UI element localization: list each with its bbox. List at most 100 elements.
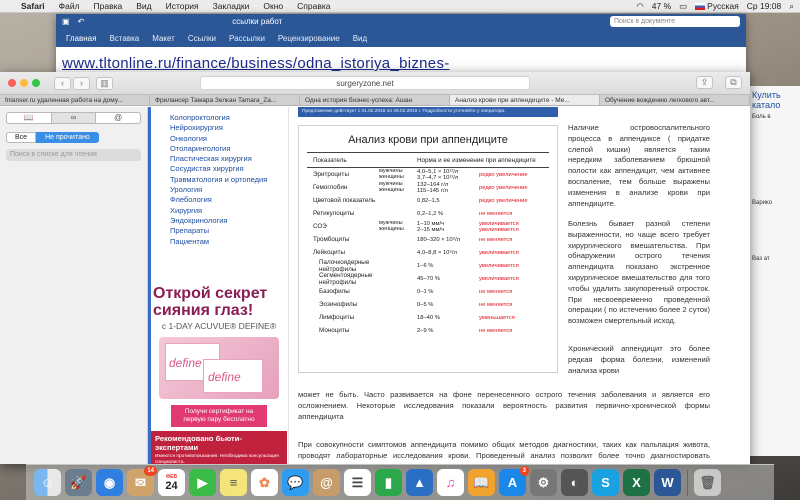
menu-file[interactable]: Файл	[52, 1, 87, 11]
menu-bookmarks[interactable]: Закладки	[206, 1, 257, 11]
ribbon-tab-layout[interactable]: Ссылки	[188, 34, 216, 43]
reminders-icon[interactable]: ☰	[344, 469, 371, 496]
web-page: Колопроктология Нейрохирургия Онкология …	[148, 107, 750, 464]
advertisement[interactable]: Открой секрет сияния глаз! с 1-DAY ACUVU…	[151, 285, 287, 464]
row-change: увеличивается	[479, 275, 519, 282]
table-title: Анализ крови при аппендиците	[348, 134, 508, 146]
photos-icon[interactable]: ✿	[251, 469, 278, 496]
battery-icon[interactable]: ▭	[679, 1, 687, 12]
facetime-icon[interactable]: ▶	[189, 469, 216, 496]
word-save-icon[interactable]: ▣	[62, 17, 70, 26]
tab-3[interactable]: Одна история бизнес-успеха: Ашан	[300, 95, 450, 105]
skype-icon[interactable]: S	[592, 469, 619, 496]
notes-icon[interactable]: ≡	[220, 469, 247, 496]
word-search-input[interactable]: Поиск в документе	[610, 16, 740, 27]
close-icon[interactable]	[8, 79, 16, 87]
appstore-icon[interactable]: A3	[499, 466, 529, 496]
filter-all-button[interactable]: Все	[6, 132, 37, 143]
menu-app-name[interactable]: Safari	[14, 1, 52, 11]
row-change: увеличивается	[479, 262, 519, 269]
battery-label[interactable]: 47 %	[652, 1, 671, 11]
fullscreen-icon[interactable]	[32, 79, 40, 87]
trash-icon[interactable]: 🗑	[694, 469, 721, 496]
ribbon-tab-design[interactable]: Макет	[152, 34, 175, 43]
address-bar[interactable]: surgeryzone.net	[200, 76, 530, 90]
clock[interactable]: Ср 19:08	[747, 1, 782, 11]
category-link[interactable]: Нейрохирургия	[170, 123, 280, 133]
category-link[interactable]: Эндокринология	[170, 216, 280, 226]
tabs-overview-button[interactable]: ⧉	[725, 76, 742, 89]
category-link[interactable]: Флебология	[170, 195, 280, 205]
category-link[interactable]: Хирургия	[170, 206, 280, 216]
itunes-icon[interactable]: ♫	[437, 469, 464, 496]
keynote-icon[interactable]: ▲	[406, 469, 433, 496]
category-link[interactable]: Отоларингология	[170, 144, 280, 154]
preferences-icon[interactable]: ⚙	[530, 469, 557, 496]
row-change: не меняется	[479, 288, 513, 295]
tab-1[interactable]: fnlanser.ru удаленная работа на дому...	[0, 95, 150, 105]
flag-icon	[695, 3, 706, 11]
article-paragraph: Хронический аппендицит это более редкая …	[568, 344, 710, 375]
menu-help[interactable]: Справка	[290, 1, 337, 11]
calendar-icon[interactable]: ФЕВ 24	[158, 469, 185, 496]
category-link[interactable]: Сосудистая хирургия	[170, 164, 280, 174]
category-link[interactable]: Препараты	[170, 226, 280, 236]
numbers-icon[interactable]: ▮	[375, 469, 402, 496]
category-link[interactable]: Онкология	[170, 134, 280, 144]
ribbon-tab-review[interactable]: Вид	[353, 34, 367, 43]
reading-list-icon[interactable]: ∞	[51, 113, 97, 123]
ribbon-tab-references[interactable]: Рассылки	[229, 34, 265, 43]
safari-icon[interactable]: ◉	[96, 469, 123, 496]
row-norm: 4,0–8,8 × 10⁹/л	[417, 249, 457, 256]
appstore-badge: 3	[519, 466, 529, 476]
filter-unread-button[interactable]: Не прочитано	[36, 132, 99, 143]
ribbon-tab-insert[interactable]: Вставка	[109, 34, 139, 43]
background-window: Кулить катало Боль в Варико Ваз ат	[750, 86, 800, 456]
back-button[interactable]: ‹	[54, 76, 71, 90]
tab-5[interactable]: Обучение вождению легкового авт...	[600, 95, 750, 105]
bookmarks-icon[interactable]: 📖	[7, 113, 52, 123]
menu-history[interactable]: История	[159, 1, 206, 11]
menu-view[interactable]: Вид	[129, 1, 158, 11]
excel-icon[interactable]: X	[623, 469, 650, 496]
ribbon-tab-mailings[interactable]: Рецензирование	[278, 34, 340, 43]
word-icon[interactable]: W	[654, 469, 681, 496]
search-icon[interactable]: ⌕	[789, 1, 794, 12]
input-source[interactable]: Русская	[695, 1, 739, 11]
bg-link[interactable]: Кулить катало	[752, 90, 798, 110]
ribbon-tab-home[interactable]: Главная	[66, 34, 96, 43]
ad-banner[interactable]: Рекомендовано бьюти-экспертами Имеются п…	[151, 431, 287, 464]
row-indicator: Тромбоциты	[313, 236, 350, 243]
row-change: не меняется	[479, 327, 513, 334]
menu-edit[interactable]: Правка	[87, 1, 130, 11]
reading-list-search-input[interactable]: Поиск в списке для чтения	[6, 149, 141, 161]
category-link[interactable]: Пластическая хирургия	[170, 154, 280, 164]
table-body: Эритроциты мужчины женщины 4,0–5,1 × 10¹²/…	[307, 168, 549, 337]
ibooks-icon[interactable]: 📖	[468, 469, 495, 496]
row-sex: мужчины женщины	[379, 180, 404, 193]
tab-2[interactable]: Фрилансер Тамара Зелкан Tamara_Za...	[150, 95, 300, 105]
sidebar-toggle-button[interactable]: ▥	[96, 76, 113, 90]
mail-badge: 14	[144, 466, 157, 476]
table-row: Сегментоядерные нейтрофилы 45–70 % увеличи…	[307, 272, 549, 286]
forward-button[interactable]: ›	[73, 76, 90, 90]
messages-icon[interactable]: 💬	[282, 469, 309, 496]
browser-icon[interactable]: ◐	[561, 469, 588, 496]
category-link[interactable]: Колопроктология	[170, 113, 280, 123]
category-link[interactable]: Травматология и ортопедия	[170, 175, 280, 185]
category-link[interactable]: Пациентам	[170, 237, 280, 247]
tab-4[interactable]: Анализ крови при аппендиците - Ме...	[450, 95, 600, 105]
word-undo-icon[interactable]: ↶	[78, 17, 85, 26]
mail-icon[interactable]: ✉ 14	[127, 466, 157, 496]
wifi-icon[interactable]: ◠	[636, 1, 643, 12]
menu-window[interactable]: Окно	[256, 1, 290, 11]
share-button[interactable]: ⇪	[696, 76, 713, 89]
minimize-icon[interactable]	[20, 79, 28, 87]
document-url-link[interactable]: www.tltonline.ru/finance/business/odna_i…	[62, 55, 450, 72]
ad-cta-button[interactable]: Получи сертификат на первую пару бесплат…	[171, 405, 267, 427]
contacts-icon[interactable]: @	[313, 469, 340, 496]
category-link[interactable]: Урология	[170, 185, 280, 195]
launchpad-icon[interactable]: 🚀	[65, 469, 92, 496]
shared-links-icon[interactable]: @	[96, 113, 140, 123]
finder-icon[interactable]: ☺	[34, 469, 61, 496]
